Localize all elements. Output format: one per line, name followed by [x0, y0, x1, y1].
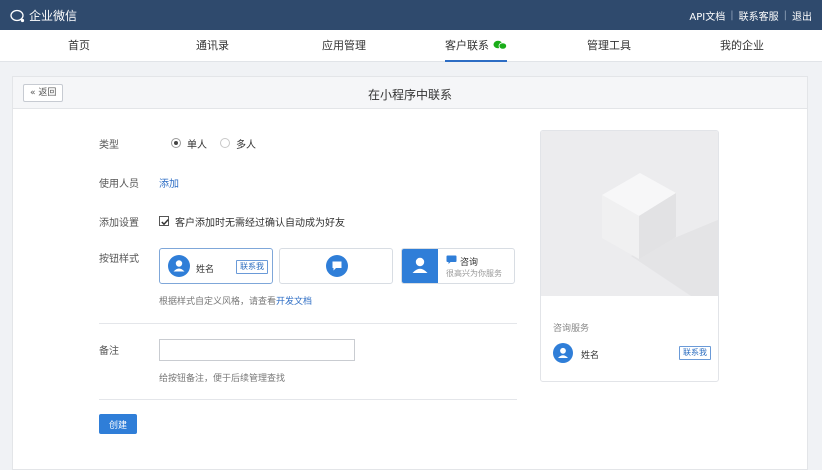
- note-label: 备注: [99, 346, 119, 357]
- contact-me-tag: 联系我: [236, 260, 268, 274]
- consult-avatar-block: [402, 249, 438, 283]
- note-input[interactable]: [159, 339, 355, 361]
- button-style-label: 按钮样式: [99, 254, 139, 265]
- nav-app-management[interactable]: 应用管理: [322, 30, 366, 62]
- type-single-radio[interactable]: [171, 138, 181, 148]
- consult-title: 咨询: [460, 258, 479, 268]
- main-nav: 首页 通讯录 应用管理 客户联系 管理工具 我的企业: [0, 30, 822, 62]
- divider: [99, 399, 517, 400]
- api-docs-link[interactable]: API文档: [689, 8, 725, 23]
- user-avatar-icon: [168, 255, 190, 277]
- panel-header: « 返回 在小程序中联系: [13, 77, 807, 109]
- preview-panel: 咨询服务 姓名 联系我: [540, 130, 719, 382]
- add-user-link[interactable]: 添加: [159, 175, 179, 190]
- nav-home[interactable]: 首页: [68, 30, 90, 62]
- button-style-card-icon[interactable]: [279, 248, 393, 284]
- preview-contact-tag[interactable]: 联系我: [679, 346, 711, 360]
- type-multi-label[interactable]: 多人: [236, 136, 256, 151]
- create-button[interactable]: 创建: [99, 414, 137, 434]
- nav-management-tools[interactable]: 管理工具: [587, 30, 631, 62]
- contact-support-link[interactable]: 联系客服: [739, 8, 779, 23]
- top-links: API文档 | 联系客服 | 退出: [689, 8, 812, 23]
- style-hint: 根据样式自定义风格，请查看开发文档: [159, 294, 312, 307]
- preview-background: [541, 131, 718, 296]
- page-title: 在小程序中联系: [367, 88, 452, 102]
- nav-customer-contact[interactable]: 客户联系: [445, 30, 507, 62]
- message-icon: [446, 255, 457, 264]
- dev-docs-link[interactable]: 开发文档: [276, 297, 312, 307]
- chat-bubble-icon: [326, 255, 348, 277]
- separator: |: [730, 10, 734, 21]
- users-label: 使用人员: [99, 179, 139, 190]
- content-panel: « 返回 在小程序中联系 类型 单人 多人 使用人员 添加 添加设置 客户添加时…: [12, 76, 808, 470]
- preview-avatar-icon: [553, 343, 573, 363]
- consult-subtitle: 很高兴为你服务: [446, 269, 502, 278]
- top-bar: 企业微信 API文档 | 联系客服 | 退出: [0, 0, 822, 30]
- nav-customer-contact-label: 客户联系: [445, 39, 489, 52]
- separator: |: [783, 10, 787, 21]
- wecom-logo-icon: [10, 9, 25, 22]
- type-label: 类型: [99, 140, 119, 151]
- divider: [99, 323, 517, 324]
- card-name-text: 姓名: [196, 265, 215, 275]
- nav-contacts[interactable]: 通讯录: [196, 30, 229, 62]
- auto-friend-checkbox[interactable]: [159, 216, 169, 226]
- note-hint: 给按钮备注，便于后续管理查找: [159, 374, 286, 384]
- button-style-card-name[interactable]: 姓名 联系我: [159, 248, 273, 284]
- brand-name: 企业微信: [29, 9, 78, 23]
- type-single-label[interactable]: 单人: [187, 136, 207, 151]
- user-icon: [412, 257, 428, 273]
- wechat-icon: [493, 40, 507, 50]
- preview-name: 姓名: [581, 351, 600, 361]
- logout-link[interactable]: 退出: [792, 8, 812, 23]
- button-style-card-consult[interactable]: 咨询 很高兴为你服务: [401, 248, 515, 284]
- add-setting-label: 添加设置: [99, 218, 139, 229]
- type-multi-radio[interactable]: [220, 138, 230, 148]
- brand-logo[interactable]: 企业微信: [10, 7, 77, 24]
- cube-illustration: [602, 173, 718, 296]
- auto-friend-label[interactable]: 客户添加时无需经过确认自动成为好友: [175, 214, 345, 229]
- preview-section-label: 咨询服务: [553, 324, 590, 334]
- style-hint-text: 根据样式自定义风格，请查看: [159, 297, 277, 307]
- nav-my-enterprise[interactable]: 我的企业: [720, 30, 764, 62]
- check-icon: [161, 219, 169, 226]
